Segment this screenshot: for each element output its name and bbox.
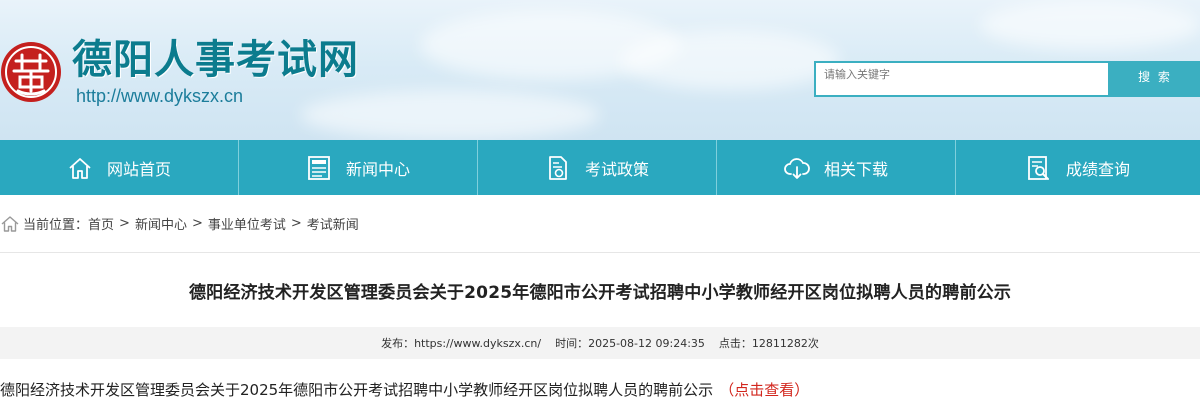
meta-clicks-label: 点击： [718,337,752,350]
seal-logo-icon[interactable] [0,41,62,103]
meta-time-label: 时间： [555,337,589,350]
breadcrumb-separator: > [119,216,130,231]
meta-publisher: 发布：https://www.dykszx.cn/ [381,335,541,351]
breadcrumb-item-exam-news[interactable]: 考试新闻 [307,214,359,233]
meta-time-value: 2025-08-12 09:24:35 [588,337,705,350]
meta-publisher-value: https://www.dykszx.cn/ [414,337,542,350]
cloud-decoration [980,0,1200,50]
meta-clicks-value: 12811282次 [751,337,819,350]
nav-item-label: 新闻中心 [345,159,410,179]
breadcrumb-separator: > [191,216,203,231]
site-title[interactable]: 德阳人事考试网 [72,40,359,80]
meta-publisher-label: 发布： [381,337,415,350]
meta-time: 时间：2025-08-12 09:24:35 [555,335,705,351]
nav-item-label: 网站首页 [106,159,171,179]
meta-clicks: 点击：12811282次 [719,335,819,351]
cloud-download-icon [784,157,810,179]
breadcrumb: 当前位置： 首页 > 新闻中心 > 事业单位考试 > 考试新闻 [0,195,1200,253]
nav-item-label: 相关下载 [823,159,888,179]
breadcrumb-item-home[interactable]: 首页 [88,214,114,233]
nav-item-label: 成绩查询 [1065,159,1130,179]
search-input[interactable] [816,65,1108,98]
breadcrumb-prefix: 当前位置： [23,218,89,233]
cloud-decoration [300,90,600,140]
home-icon [69,157,91,179]
nav-item-news[interactable]: 新闻中心 [239,140,478,195]
breadcrumb-item-news-center[interactable]: 新闻中心 [135,214,187,233]
nav-item-downloads[interactable]: 相关下载 [717,140,956,195]
cloud-decoration [620,30,840,90]
search-document-icon [1028,155,1049,180]
breadcrumb-item-public-institution-exam[interactable]: 事业单位考试 [208,214,286,233]
article-meta: 发布：https://www.dykszx.cn/ 时间：2025-08-12 … [0,327,1200,359]
view-attachment-link[interactable]: （点击查看） [719,381,809,399]
breadcrumb-separator: > [290,216,302,231]
site-url[interactable]: http://www.dykszx.cn [76,86,243,107]
policy-document-icon [549,155,567,180]
search-button[interactable]: 搜 索 [1110,61,1200,97]
nav-item-policy[interactable]: 考试政策 [478,140,717,195]
home-icon [1,215,19,232]
news-icon [308,155,330,180]
article-title: 德阳经济技术开发区管理委员会关于2025年德阳市公开考试招聘中小学教师经开区岗位… [188,282,1012,303]
search-box [814,61,1110,98]
site-header: 德阳人事考试网 http://www.dykszx.cn 搜 索 [0,0,1200,140]
nav-item-label: 考试政策 [584,159,649,179]
nav-item-home[interactable]: 网站首页 [0,140,239,195]
main-nav: 网站首页 新闻中心 考试政策 相关下载 成绩查询 [0,140,1200,195]
article-body-paragraph: 德阳经济技术开发区管理委员会关于2025年德阳市公开考试招聘中小学教师经开区岗位… [0,359,1200,400]
article-body-text: 德阳经济技术开发区管理委员会关于2025年德阳市公开考试招聘中小学教师经开区岗位… [0,381,714,399]
nav-item-score-query[interactable]: 成绩查询 [956,140,1200,195]
